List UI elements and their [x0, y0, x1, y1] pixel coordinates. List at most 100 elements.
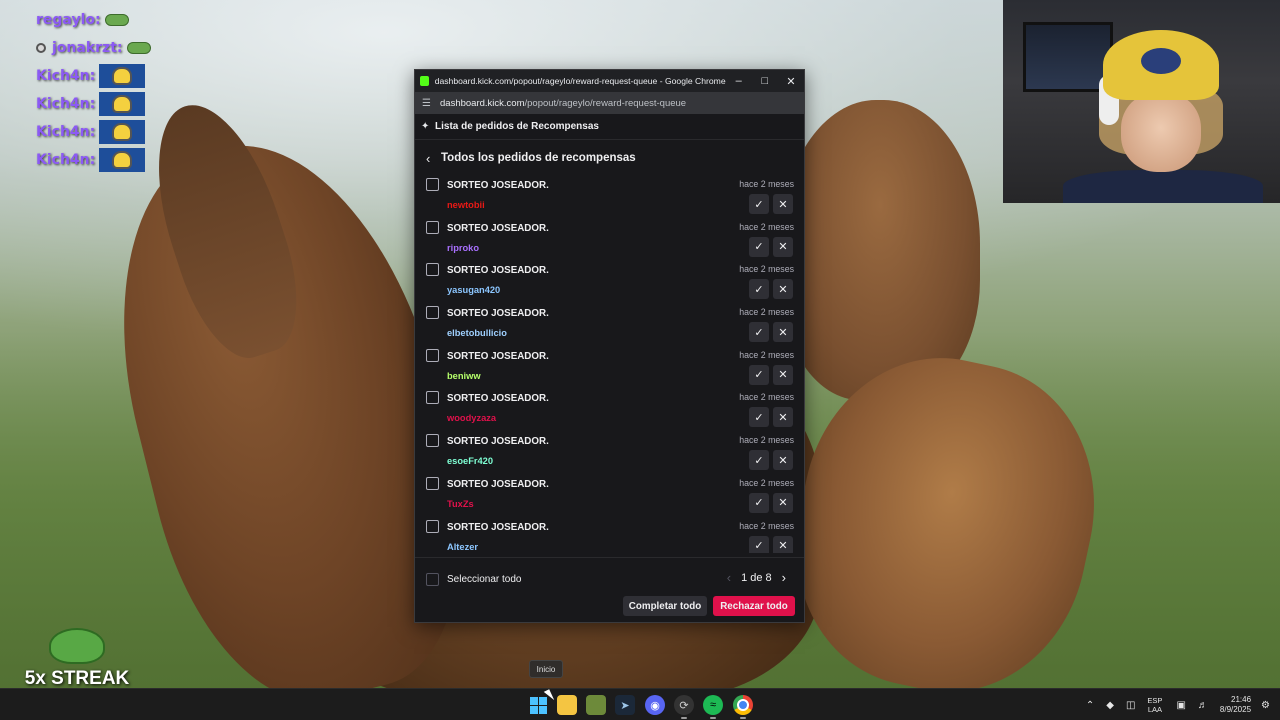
- request-username[interactable]: TuxZs: [447, 499, 474, 509]
- clock[interactable]: 21:46 8/9/2025: [1220, 695, 1251, 715]
- request-username[interactable]: riproko: [447, 243, 479, 253]
- back-link-label[interactable]: Todos los pedidos de recompensas: [441, 152, 636, 164]
- reject-all-button[interactable]: Rechazar todo: [713, 596, 795, 616]
- request-username[interactable]: Altezer: [447, 542, 478, 552]
- request-checkbox[interactable]: [426, 348, 439, 362]
- language-indicator[interactable]: ESP LAA: [1147, 696, 1162, 714]
- reject-x-icon[interactable]: ✕: [773, 492, 793, 513]
- request-row[interactable]: SORTEO JOSEADOR. hace 2 meses riproko ✓ ✕: [415, 215, 804, 258]
- request-username[interactable]: esoeFr420: [447, 456, 493, 466]
- select-all-label[interactable]: Seleccionar todo: [447, 574, 522, 585]
- file-explorer-icon[interactable]: [557, 695, 577, 715]
- chrome-running-indicator: [740, 717, 746, 719]
- request-row[interactable]: SORTEO JOSEADOR. hace 2 meses TuxZs ✓ ✕: [415, 471, 804, 514]
- reject-x-icon[interactable]: ✕: [773, 364, 793, 385]
- minimize-button[interactable]: –: [726, 70, 752, 92]
- request-checkbox[interactable]: [426, 263, 439, 277]
- request-row[interactable]: SORTEO JOSEADOR. hace 2 meses esoeFr420 ✓ ✕: [415, 428, 804, 471]
- approve-check-icon[interactable]: ✓: [749, 407, 769, 428]
- request-checkbox[interactable]: [426, 476, 439, 490]
- discord-icon[interactable]: ◉: [645, 695, 665, 715]
- reject-x-icon[interactable]: ✕: [773, 407, 793, 428]
- approve-check-icon[interactable]: ✓: [749, 194, 769, 214]
- select-all-checkbox[interactable]: [426, 573, 439, 586]
- minion-emote-icon: [99, 64, 146, 88]
- maximize-button[interactable]: □: [752, 70, 778, 92]
- reward-name: SORTEO JOSEADOR.: [447, 308, 549, 320]
- kick-favicon-icon: [420, 76, 429, 86]
- approve-check-icon[interactable]: ✓: [749, 535, 769, 553]
- approve-check-icon[interactable]: ✓: [749, 236, 769, 257]
- reject-x-icon[interactable]: ✕: [773, 322, 793, 343]
- obs-icon[interactable]: ⟳: [674, 695, 694, 715]
- request-username[interactable]: newtobii: [447, 200, 485, 210]
- request-time: hace 2 meses: [739, 520, 794, 531]
- request-time: hace 2 meses: [739, 477, 794, 488]
- request-list[interactable]: SORTEO JOSEADOR. hace 2 meses newtobii ✓ ✕ SO…: [415, 172, 804, 553]
- request-checkbox[interactable]: [426, 306, 439, 320]
- request-row[interactable]: SORTEO JOSEADOR. hace 2 meses yasugan420 ✓ ✕: [415, 257, 804, 300]
- window-title: dashboard.kick.com/popout/rageylo/reward…: [434, 76, 726, 86]
- pagination: ‹ 1 de 8 ›: [727, 570, 786, 585]
- language-code: ESP: [1147, 696, 1163, 705]
- approve-check-icon[interactable]: ✓: [749, 364, 769, 385]
- request-row[interactable]: SORTEO JOSEADOR. hace 2 meses elbetobullic…: [415, 300, 804, 343]
- user-badge-icon: [36, 43, 46, 53]
- spotify-icon[interactable]: ≈: [703, 695, 723, 715]
- request-username[interactable]: elbetobullicio: [447, 328, 507, 338]
- request-username[interactable]: beniww: [447, 371, 481, 381]
- frog-emote-icon: [104, 14, 129, 26]
- keyboard-layout: LAA: [1147, 705, 1163, 714]
- approve-check-icon[interactable]: ✓: [749, 450, 769, 471]
- webcam-beanie: [1103, 30, 1219, 100]
- request-time: hace 2 meses: [739, 435, 794, 446]
- approve-check-icon[interactable]: ✓: [749, 279, 769, 300]
- approve-check-icon[interactable]: ✓: [749, 322, 769, 343]
- close-button[interactable]: ✕: [778, 70, 804, 92]
- chat-line: jonakrzt:: [36, 34, 151, 62]
- network-icon[interactable]: ▣: [1176, 700, 1185, 711]
- reject-x-icon[interactable]: ✕: [773, 450, 793, 471]
- reject-x-icon[interactable]: ✕: [773, 194, 793, 214]
- prev-page-icon[interactable]: ‹: [727, 570, 731, 585]
- request-row[interactable]: SORTEO JOSEADOR. hace 2 meses newtobii ✓ ✕: [415, 172, 804, 215]
- request-checkbox[interactable]: [426, 220, 439, 234]
- approve-check-icon[interactable]: ✓: [749, 492, 769, 513]
- windows-start-icon[interactable]: [528, 695, 548, 715]
- url-text[interactable]: dashboard.kick.com/popout/rageylo/reward…: [440, 98, 686, 109]
- request-time: hace 2 meses: [739, 392, 794, 403]
- reject-x-icon[interactable]: ✕: [773, 236, 793, 257]
- shield-icon[interactable]: ◆: [1106, 700, 1114, 711]
- game-app-icon[interactable]: [586, 695, 606, 715]
- reject-x-icon[interactable]: ✕: [773, 535, 793, 553]
- beanie-logo: [1141, 48, 1181, 74]
- notification-bell-icon[interactable]: ⚙: [1261, 700, 1270, 711]
- chrome-icon[interactable]: [733, 695, 753, 715]
- chat-line: Kich4n:: [36, 118, 151, 146]
- reject-x-icon[interactable]: ✕: [773, 279, 793, 300]
- volume-icon[interactable]: ♬: [1198, 700, 1208, 711]
- request-row[interactable]: SORTEO JOSEADOR. hace 2 meses beniww ✓ ✕: [415, 343, 804, 386]
- back-link[interactable]: ‹ Todos los pedidos de recompensas: [415, 143, 804, 173]
- request-row[interactable]: SORTEO JOSEADOR. hace 2 meses Altezer ✓ ✕: [415, 514, 804, 553]
- chevron-left-icon[interactable]: ‹: [426, 151, 441, 166]
- request-time: hace 2 meses: [739, 307, 794, 318]
- chrome-popup-window: dashboard.kick.com/popout/rageylo/reward…: [414, 69, 805, 623]
- request-username[interactable]: yasugan420: [447, 285, 500, 295]
- site-settings-icon[interactable]: ☰: [422, 98, 438, 109]
- request-checkbox[interactable]: [426, 391, 439, 405]
- steam-icon[interactable]: ➤: [615, 695, 635, 715]
- address-bar[interactable]: ☰ dashboard.kick.com/popout/rageylo/rewa…: [415, 92, 804, 114]
- chevron-up-icon[interactable]: ⌃: [1086, 700, 1094, 711]
- next-page-icon[interactable]: ›: [782, 570, 786, 585]
- request-checkbox[interactable]: [426, 178, 439, 191]
- request-username[interactable]: woodyzaza: [447, 413, 496, 423]
- request-checkbox[interactable]: [426, 434, 439, 448]
- frog-emote-icon: [126, 42, 151, 54]
- complete-all-button[interactable]: Completar todo: [623, 596, 707, 616]
- request-row[interactable]: SORTEO JOSEADOR. hace 2 meses woodyzaza ✓ ✕: [415, 385, 804, 428]
- request-checkbox[interactable]: [426, 519, 439, 533]
- window-titlebar[interactable]: dashboard.kick.com/popout/rageylo/reward…: [415, 70, 804, 92]
- reward-name: SORTEO JOSEADOR.: [447, 393, 549, 405]
- microphone-icon[interactable]: ◫: [1126, 700, 1135, 711]
